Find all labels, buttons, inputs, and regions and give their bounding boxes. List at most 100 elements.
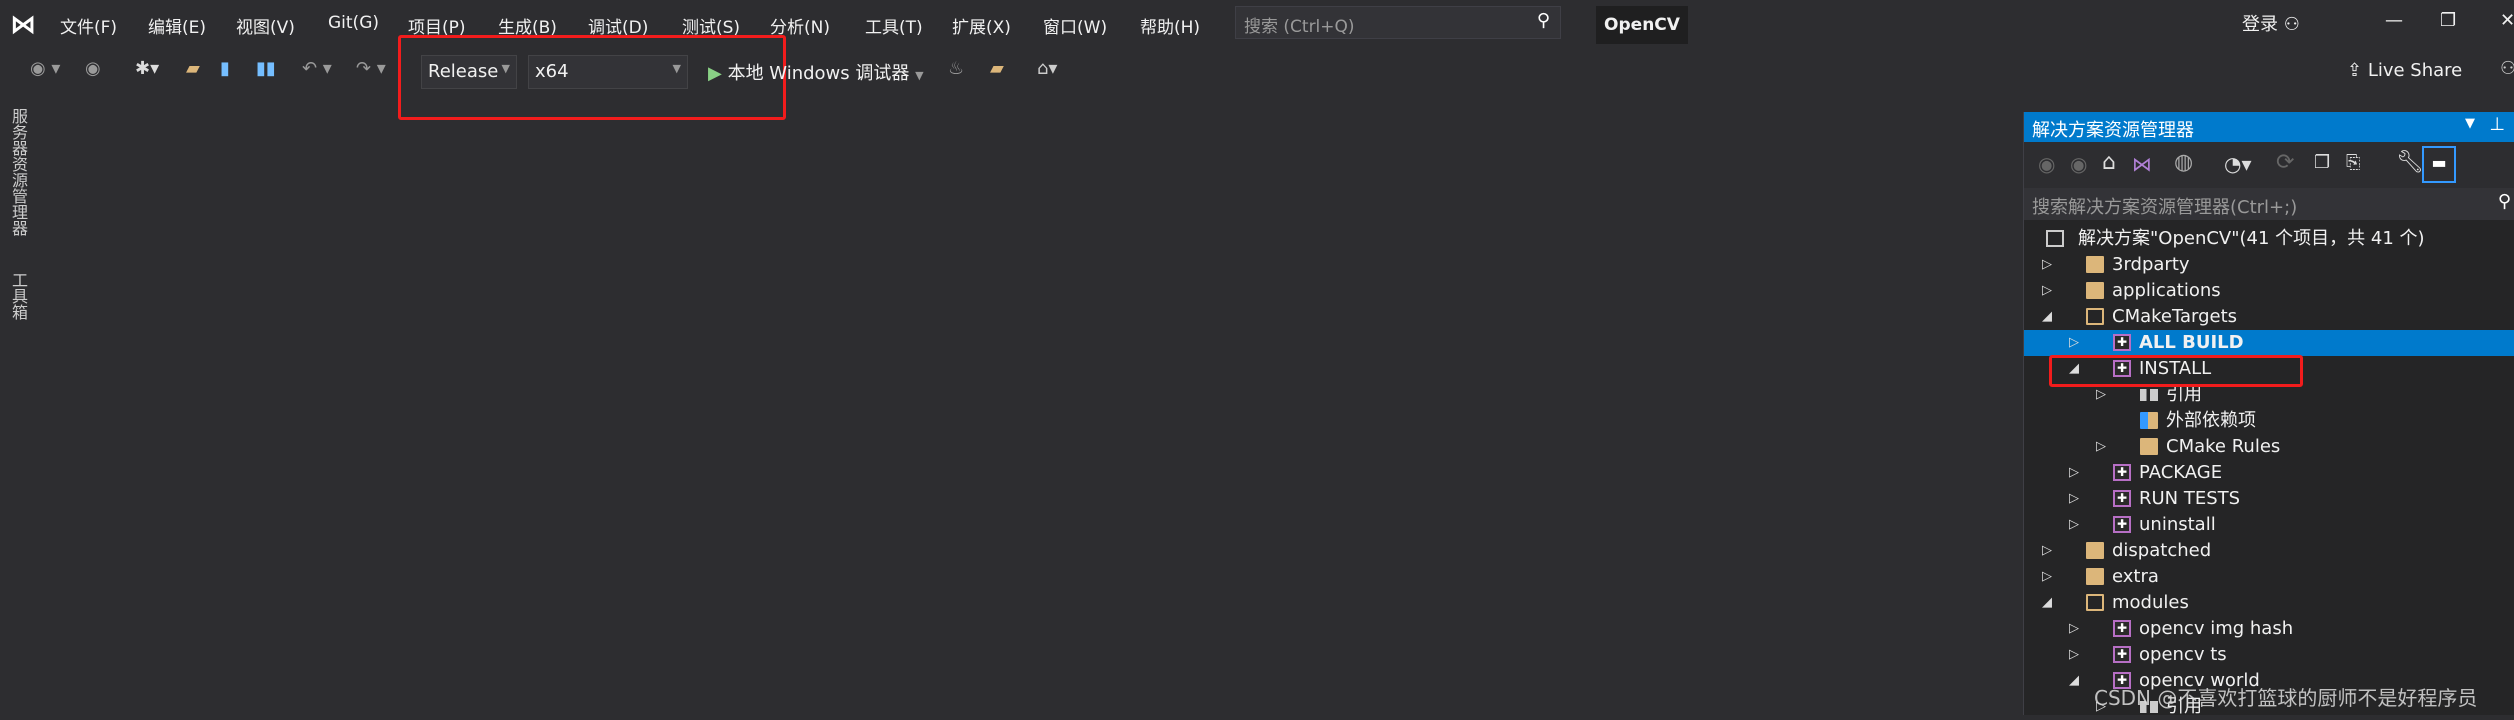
tree-item[interactable]: ▷ 3rdparty <box>2024 252 2514 278</box>
find-in-files-icon[interactable]: ▰ <box>990 58 1004 79</box>
tree-item[interactable]: 外部依赖项 <box>2024 408 2514 434</box>
tab-server-explorer[interactable]: 服务器资源管理器 <box>6 108 30 236</box>
solution-explorer-header: 解决方案资源管理器 ▼ ⊥ <box>2024 112 2514 142</box>
redo-icon[interactable]: ↷ ▾ <box>356 58 386 79</box>
search-placeholder: 搜索解决方案资源管理器(Ctrl+;) <box>2032 197 2298 218</box>
collapse-all-icon[interactable]: ❐ <box>2314 152 2330 173</box>
search-input[interactable]: 搜索 (Ctrl+Q) ⚲ <box>1235 6 1561 39</box>
pending-changes-icon[interactable]: ◔▾ <box>2224 152 2252 176</box>
menu-item[interactable]: 视图(V) <box>236 13 295 38</box>
back-icon[interactable]: ◉ <box>2038 152 2055 176</box>
account-icon[interactable]: ⚇ <box>2500 58 2514 79</box>
start-debug-button[interactable]: ▶ 本地 Windows 调试器 ▼ <box>708 59 924 85</box>
menu-item[interactable]: 编辑(E) <box>148 13 206 38</box>
title-bar: ⋈ 文件(F) 编辑(E) 视图(V) Git(G) 项目(P) 生成(B) 调试(D) 测试… <box>0 0 2514 52</box>
tree-item-label: dispatched <box>2112 540 2212 561</box>
tree-item-label: ALL BUILD <box>2139 332 2244 353</box>
window-icon[interactable]: ⌂▾ <box>1037 58 1057 79</box>
tree-item[interactable]: ▷ ✚ opencv ts <box>2024 642 2514 668</box>
properties-wrench-icon[interactable]: 🔧︎ <box>2396 150 2424 175</box>
hot-reload-icon[interactable]: ♨ <box>948 58 964 79</box>
tree-item[interactable]: ▷ CMake Rules <box>2024 434 2514 460</box>
restore-button[interactable]: ❐ <box>2440 10 2456 31</box>
highlight-box-install <box>2049 355 2303 387</box>
search-placeholder: 搜索 (Ctrl+Q) <box>1244 17 1355 37</box>
save-all-icon[interactable]: ▮▮ <box>256 58 276 79</box>
undo-icon[interactable]: ↶ ▾ <box>302 58 332 79</box>
tab-toolbox[interactable]: 工具箱 <box>6 272 30 320</box>
collapsed-arrow-icon[interactable]: ▷ <box>2096 434 2106 460</box>
collapsed-arrow-icon[interactable]: ▷ <box>2069 330 2079 356</box>
project-icon: ✚ <box>2113 516 2131 533</box>
collapsed-arrow-icon[interactable]: ▷ <box>2042 252 2052 278</box>
solution-icon <box>2046 230 2064 247</box>
back-icon[interactable]: ◉ ▾ <box>30 58 60 79</box>
forward-icon[interactable]: ◉ <box>2070 152 2087 176</box>
collapsed-arrow-icon[interactable]: ▷ <box>2069 616 2079 642</box>
tree-item[interactable]: ▷ ✚ PACKAGE <box>2024 460 2514 486</box>
collapsed-arrow-icon[interactable]: ▷ <box>2042 538 2052 564</box>
tree-item[interactable]: ▷ ✚ ALL BUILD <box>2024 330 2514 356</box>
tree-item[interactable]: ▷ applications <box>2024 278 2514 304</box>
home-icon[interactable]: ⌂ <box>2102 150 2116 175</box>
menu-item[interactable]: 文件(F) <box>60 13 117 38</box>
tree-item-label: opencv img hash <box>2139 618 2294 639</box>
project-icon: ✚ <box>2113 334 2131 351</box>
tree-item[interactable]: ▷ extra <box>2024 564 2514 590</box>
expanded-arrow-icon[interactable]: ◢ <box>2069 668 2079 694</box>
tree-item-label: applications <box>2112 280 2221 301</box>
solution-search-input[interactable]: 搜索解决方案资源管理器(Ctrl+;) ⚲ <box>2024 188 2514 220</box>
open-icon[interactable]: ▰ <box>186 58 200 79</box>
tree-item[interactable]: ◢ CMakeTargets <box>2024 304 2514 330</box>
tree-item-label: RUN TESTS <box>2139 488 2241 509</box>
refresh-icon[interactable]: ⟳ <box>2276 150 2294 175</box>
expanded-arrow-icon[interactable]: ◢ <box>2042 590 2052 616</box>
collapsed-arrow-icon[interactable]: ▷ <box>2042 278 2052 304</box>
menu-item[interactable]: 帮助(H) <box>1140 13 1200 38</box>
tree-item[interactable]: ◢ modules <box>2024 590 2514 616</box>
live-share-button[interactable]: ⇪ Live Share <box>2347 60 2462 81</box>
menu-item[interactable]: 工具(T) <box>865 13 923 38</box>
collapsed-arrow-icon[interactable]: ▷ <box>2069 460 2079 486</box>
tree-item-label: 解决方案"OpenCV"(41 个项目，共 41 个) <box>2078 228 2425 249</box>
tree-item[interactable]: 解决方案"OpenCV"(41 个项目，共 41 个) <box>2024 226 2514 252</box>
collapsed-arrow-icon[interactable]: ▷ <box>2069 512 2079 538</box>
dropdown-icon[interactable]: ▼ <box>2465 116 2475 131</box>
tree-item[interactable]: ▷ ✚ uninstall <box>2024 512 2514 538</box>
tree-item[interactable]: ▷ dispatched <box>2024 538 2514 564</box>
tree-item[interactable]: ▷ ✚ RUN TESTS <box>2024 486 2514 512</box>
collapsed-arrow-icon[interactable]: ▷ <box>2042 564 2052 590</box>
tree-item-label: 3rdparty <box>2112 254 2190 275</box>
globe-icon[interactable]: ◍ <box>2174 150 2193 175</box>
tree-item-label: PACKAGE <box>2139 462 2223 483</box>
project-icon: ✚ <box>2113 646 2131 663</box>
new-project-icon[interactable]: ✱▾ <box>135 58 159 79</box>
collapsed-arrow-icon[interactable]: ▷ <box>2069 642 2079 668</box>
tree-item-label: extra <box>2112 566 2159 587</box>
preview-toggle-icon[interactable]: ▬ <box>2422 146 2456 183</box>
tree-item[interactable]: ▷ ✚ opencv img hash <box>2024 616 2514 642</box>
project-icon: ✚ <box>2113 490 2131 507</box>
folder-icon <box>2086 256 2104 273</box>
live-share-label: Live Share <box>2367 60 2463 81</box>
chevron-down-icon: ▼ <box>915 69 924 82</box>
menu-item[interactable]: 扩展(X) <box>952 13 1011 38</box>
save-icon[interactable]: ▮ <box>220 58 230 79</box>
panel-title: 解决方案资源管理器 <box>2032 120 2194 141</box>
show-all-files-icon[interactable]: ⎘ <box>2346 152 2360 173</box>
expanded-arrow-icon[interactable]: ◢ <box>2042 304 2052 330</box>
pin-icon[interactable]: ⊥ <box>2489 114 2505 135</box>
references-icon <box>2140 389 2158 401</box>
login-button[interactable]: 登录 ⚇ <box>2242 10 2300 36</box>
close-button[interactable]: ✕ <box>2500 10 2514 31</box>
collapsed-arrow-icon[interactable]: ▷ <box>2069 486 2079 512</box>
forward-icon[interactable]: ◉ <box>85 58 101 79</box>
minimize-button[interactable]: — <box>2385 10 2403 31</box>
tree-item-label: CMakeTargets <box>2112 306 2238 327</box>
tree-item-label: 外部依赖项 <box>2166 410 2256 431</box>
menu-item[interactable]: 窗口(W) <box>1043 13 1107 38</box>
menu-item[interactable]: Git(G) <box>328 13 379 33</box>
folder-icon <box>2086 282 2104 299</box>
switch-views-icon[interactable]: ⋈ <box>2132 152 2152 176</box>
external-dependencies-icon <box>2140 412 2158 429</box>
